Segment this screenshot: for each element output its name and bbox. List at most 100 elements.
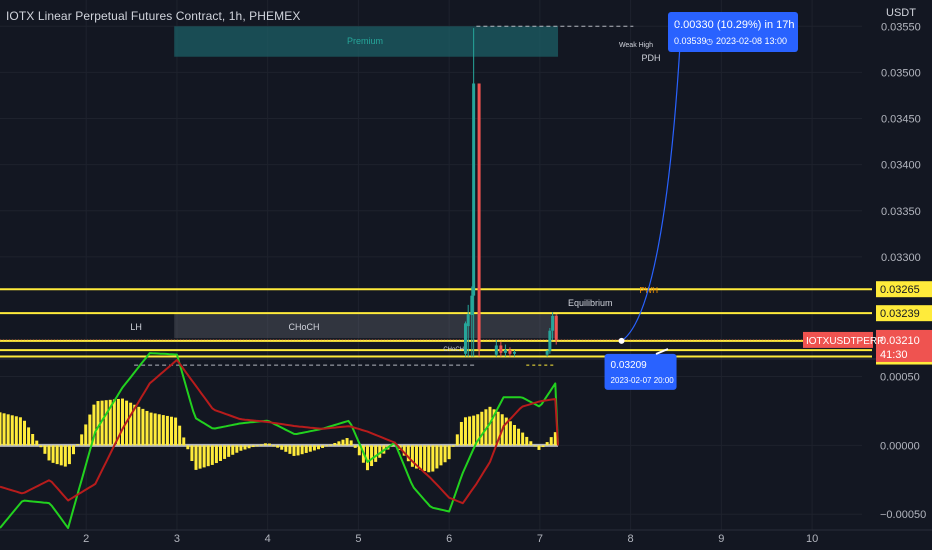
projection-change-label: 0.00330 (10.29%) in 17h — [674, 19, 794, 31]
candle-body — [503, 350, 507, 353]
histogram-bar — [67, 445, 71, 465]
premium-label: Premium — [347, 36, 383, 46]
projection-start-price: 0.03209 — [611, 360, 648, 371]
histogram-bar — [71, 445, 75, 455]
histogram-bar — [251, 445, 255, 448]
histogram-bar — [202, 445, 206, 468]
histogram-bar — [308, 445, 312, 452]
histogram-bar — [182, 437, 186, 446]
histogram-bar — [243, 445, 247, 450]
price-tick-label: 0.03500 — [881, 67, 921, 79]
histogram-bar — [120, 398, 124, 446]
histogram-bar — [231, 445, 235, 455]
histogram-bar — [178, 425, 182, 446]
histogram-bar — [18, 417, 22, 446]
projection-end-box — [668, 12, 798, 52]
histogram-bar — [545, 442, 549, 446]
histogram-bar — [129, 402, 133, 446]
histogram-bar — [512, 424, 516, 446]
time-tick-label: 7 — [537, 533, 543, 545]
histogram-bar — [255, 445, 259, 447]
candle-body — [545, 351, 549, 355]
histogram-bar — [333, 442, 337, 446]
histogram-bar — [353, 445, 357, 448]
candle-body — [499, 345, 503, 353]
histogram-bar — [345, 438, 349, 446]
candle-body — [548, 330, 552, 352]
histogram-bar — [174, 417, 178, 446]
time-tick-label: 8 — [628, 533, 634, 545]
histogram-bar — [431, 445, 435, 472]
histogram-bar — [84, 424, 88, 446]
histogram-bar — [468, 416, 472, 446]
histogram-bar — [300, 445, 304, 455]
histogram-bar — [96, 401, 100, 446]
histogram-bar — [0, 412, 2, 446]
equilibrium-label: Equilibrium — [568, 298, 613, 308]
candle-body — [494, 345, 498, 355]
countdown-text: 41:30 — [880, 349, 908, 361]
histogram-bar — [549, 437, 553, 446]
histogram-bar — [341, 439, 345, 446]
histogram-bar — [374, 445, 378, 462]
histogram-bar — [533, 445, 537, 447]
histogram-bar — [521, 432, 525, 446]
histogram-bar — [443, 445, 447, 463]
histogram-bar — [312, 445, 316, 451]
histogram-bar — [63, 445, 67, 467]
candle-body — [470, 295, 474, 316]
histogram-bar — [349, 440, 353, 446]
price-tick-label: 0.03350 — [881, 206, 921, 218]
histogram-bar — [419, 445, 423, 470]
histogram-bar — [137, 406, 141, 446]
histogram-bar — [439, 445, 443, 466]
projection-start-point[interactable] — [618, 337, 625, 344]
histogram-bar — [337, 441, 341, 446]
histogram-bar — [149, 412, 153, 446]
histogram-bar — [190, 445, 194, 462]
histogram-bar — [31, 433, 35, 446]
histogram-bar — [316, 445, 320, 450]
time-tick-label: 6 — [446, 533, 452, 545]
candle-body — [466, 314, 470, 327]
histogram-bar — [235, 445, 239, 453]
projection-start-date: 2023-02-07 20:00 — [611, 376, 675, 385]
histogram-bar — [88, 414, 92, 446]
histogram-bar — [186, 445, 190, 450]
candle-body — [508, 350, 512, 354]
histogram-bar — [463, 417, 467, 446]
histogram-bar — [47, 445, 51, 461]
histogram-bar — [198, 445, 202, 469]
histogram-bar — [153, 413, 157, 446]
choch-label-1: CHoCH — [288, 322, 319, 332]
histogram-bar — [214, 445, 218, 464]
histogram-bar — [14, 416, 18, 446]
price-tick-label: 0.03400 — [881, 160, 921, 172]
histogram-bar — [59, 445, 63, 466]
histogram-bar — [210, 445, 214, 465]
histogram-bar — [263, 443, 267, 446]
osc-tick-label: 0.00000 — [880, 440, 920, 452]
osc-tick-label: 0.00050 — [880, 372, 920, 384]
histogram-bar — [2, 413, 6, 446]
histogram-bar — [508, 421, 512, 446]
equilibrium-zone — [174, 314, 559, 339]
histogram-bar — [276, 445, 280, 448]
histogram-bar — [325, 445, 329, 447]
histogram-bar — [51, 445, 55, 463]
time-tick-label: 2 — [83, 533, 89, 545]
histogram-bar — [517, 428, 521, 446]
level-badge-text: 0.03265 — [880, 284, 920, 296]
pdh-label: PDH — [641, 53, 660, 63]
current-price-text: 0.03210 — [880, 335, 920, 347]
trading-chart[interactable]: Premium Weak HighPDHPWHLH CHoCHCHoCHEquil… — [0, 0, 932, 550]
histogram-bar — [272, 445, 276, 447]
histogram-bar — [206, 445, 210, 467]
weak-high-label: Weak High — [619, 42, 653, 49]
projection-end-price: 0.03539 — [674, 36, 707, 46]
candle-body — [477, 83, 481, 350]
histogram-bar — [321, 445, 325, 448]
histogram-bar — [451, 445, 455, 447]
histogram-bar — [112, 399, 116, 446]
histogram-bar — [280, 445, 284, 450]
